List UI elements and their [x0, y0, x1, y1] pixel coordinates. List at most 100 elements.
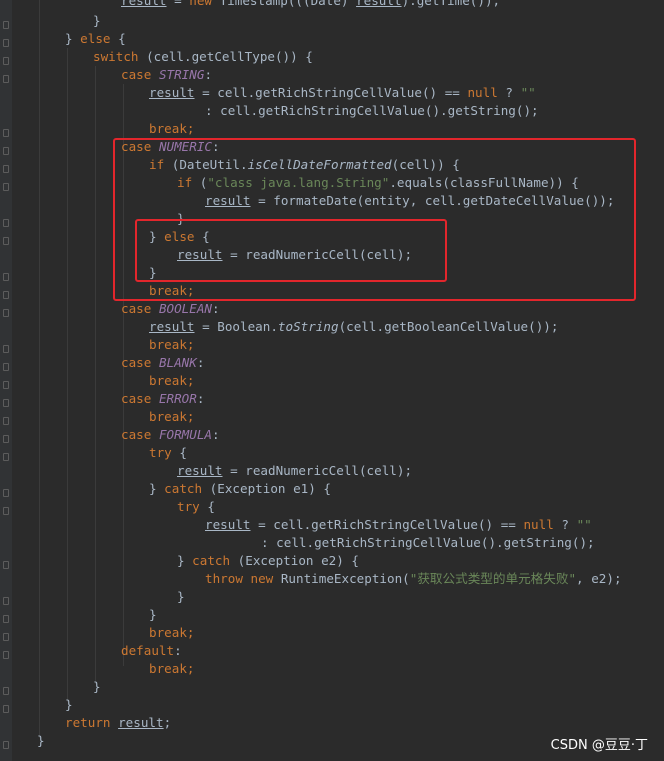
fold-icon[interactable] — [3, 435, 9, 443]
highlight-box-else-branch — [135, 219, 447, 282]
result-variable: result — [205, 517, 251, 532]
code-line: break; — [149, 624, 195, 642]
code-line: } catch (Exception e1) { — [149, 480, 331, 498]
code-token: ).getTime()); — [401, 0, 501, 8]
code-token: : — [212, 301, 220, 316]
fold-icon[interactable] — [3, 147, 9, 155]
keyword: switch — [93, 49, 139, 64]
result-variable: result — [118, 715, 164, 730]
keyword: case — [121, 67, 152, 82]
keyword: case — [121, 391, 152, 406]
fold-icon[interactable] — [3, 561, 9, 569]
fold-icon[interactable] — [3, 597, 9, 605]
enum-constant: BLANK — [158, 355, 197, 370]
code-token: : — [174, 643, 182, 658]
enum-constant: ERROR — [158, 391, 197, 406]
code-line: } — [37, 732, 45, 750]
code-line: try { — [177, 498, 215, 516]
fold-icon[interactable] — [3, 687, 9, 695]
enum-constant: BOOLEAN — [158, 301, 213, 316]
fold-icon[interactable] — [3, 273, 9, 281]
code-line: throw new RuntimeException("获取公式类型的单元格失败… — [205, 570, 622, 588]
keyword: break; — [149, 625, 195, 640]
code-line: result = readNumericCell(cell); — [177, 462, 412, 480]
code-token: (Exception e2) { — [230, 553, 359, 568]
fold-icon[interactable] — [3, 345, 9, 353]
result-variable: result — [177, 463, 223, 478]
code-line: : cell.getRichStringCellValue().getStrin… — [261, 534, 595, 552]
keyword: break; — [149, 337, 195, 352]
fold-icon[interactable] — [3, 309, 9, 317]
fold-icon[interactable] — [3, 75, 9, 83]
fold-icon[interactable] — [3, 21, 9, 29]
fold-icon[interactable] — [3, 381, 9, 389]
code-token: } — [177, 553, 193, 568]
string-literal: "" — [576, 517, 592, 532]
code-line: case BLANK: — [121, 354, 204, 372]
fold-icon[interactable] — [3, 453, 9, 461]
code-token: { — [199, 499, 215, 514]
code-line: } — [177, 588, 185, 606]
fold-icon[interactable] — [3, 651, 9, 659]
fold-icon[interactable] — [3, 633, 9, 641]
keyword: else — [80, 31, 111, 46]
fold-icon[interactable] — [3, 39, 9, 47]
string-literal: "获取公式类型的单元格失败" — [409, 571, 577, 586]
code-line: return result; — [65, 714, 171, 732]
keyword: catch — [192, 553, 231, 568]
fold-icon[interactable] — [3, 615, 9, 623]
keyword: null — [523, 517, 554, 532]
keyword: case — [121, 355, 152, 370]
code-line: result = Boolean.toString(cell.getBoolea… — [149, 318, 558, 336]
code-line: break; — [149, 372, 195, 390]
string-literal: "" — [520, 85, 536, 100]
code-line: } — [93, 12, 101, 30]
editor-gutter[interactable] — [0, 0, 12, 761]
fold-icon[interactable] — [3, 219, 9, 227]
fold-icon[interactable] — [3, 507, 9, 515]
fold-icon[interactable] — [3, 129, 9, 137]
result-variable: result — [149, 319, 195, 334]
fold-icon[interactable] — [3, 399, 9, 407]
code-token: } — [93, 13, 101, 28]
code-line: break; — [149, 336, 195, 354]
code-line: } else { — [65, 30, 126, 48]
code-token: = Boolean. — [194, 319, 278, 334]
result-variable: result — [356, 0, 402, 8]
code-line: try { — [149, 444, 187, 462]
code-token: ; — [163, 715, 172, 730]
fold-icon[interactable] — [3, 57, 9, 65]
fold-icon[interactable] — [3, 183, 9, 191]
code-token: : — [204, 67, 213, 82]
code-token: (Exception e1) { — [202, 481, 331, 496]
fold-icon[interactable] — [3, 291, 9, 299]
result-variable: result — [121, 0, 167, 8]
code-token: (cell.getCellType()) { — [138, 49, 313, 64]
fold-icon[interactable] — [3, 363, 9, 371]
code-line: result = cell.getRichStringCellValue() =… — [205, 516, 592, 534]
fold-icon[interactable] — [3, 705, 9, 713]
fold-icon[interactable] — [3, 489, 9, 497]
code-editor[interactable]: result = new Timestamp(((Date) result).g… — [0, 0, 664, 761]
keyword: break; — [149, 121, 195, 136]
code-line: } — [65, 696, 73, 714]
fold-icon[interactable] — [3, 417, 9, 425]
keyword: case — [121, 301, 152, 316]
fold-icon[interactable] — [3, 237, 9, 245]
fold-icon[interactable] — [3, 741, 9, 749]
code-token: = cell.getRichStringCellValue() == — [250, 517, 524, 532]
indent-guide — [95, 66, 96, 684]
code-token: ? — [553, 517, 577, 532]
code-token: Timestamp(((Date) — [212, 0, 357, 8]
keyword: break; — [149, 661, 195, 676]
fold-icon[interactable] — [3, 165, 9, 173]
code-token: : — [196, 391, 205, 406]
code-line: } catch (Exception e2) { — [177, 552, 359, 570]
code-line: } — [93, 678, 101, 696]
code-token: = cell.getRichStringCellValue() == — [194, 85, 468, 100]
enum-constant: STRING — [158, 67, 205, 82]
